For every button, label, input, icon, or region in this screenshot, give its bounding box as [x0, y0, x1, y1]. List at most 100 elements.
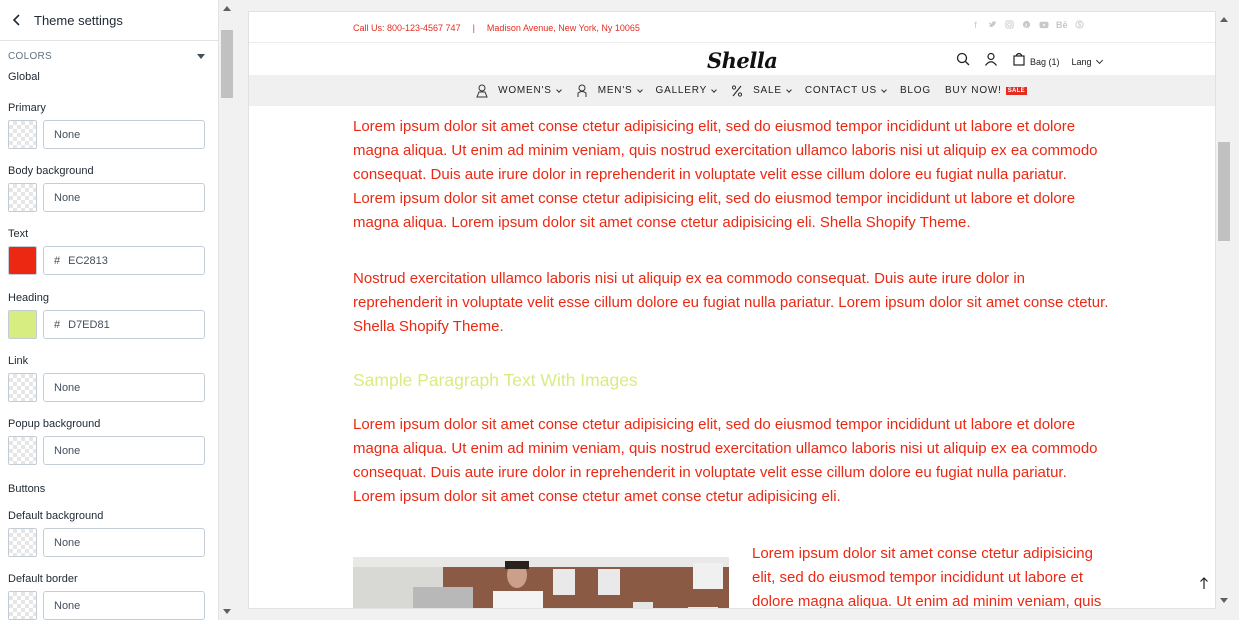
search-icon[interactable]	[956, 52, 970, 71]
account-icon[interactable]	[984, 52, 998, 71]
color-input-link[interactable]: None	[43, 373, 205, 402]
field-link: Link None	[8, 355, 205, 402]
preview-scrollbar[interactable]	[1216, 11, 1232, 609]
hash-prefix: #	[54, 318, 61, 331]
back-to-top-icon[interactable]	[1199, 576, 1209, 590]
field-label: Text	[8, 228, 29, 240]
color-input-text[interactable]: # EC2813	[43, 246, 205, 275]
back-arrow-icon[interactable]	[10, 13, 24, 27]
nav-label: BUY NOW!	[944, 85, 1002, 96]
theme-settings-sidebar: Theme settings COLORS Global Primary Non…	[0, 0, 219, 620]
scroll-up-icon[interactable]	[223, 6, 231, 11]
sidebar-scrollbar[interactable]	[219, 0, 235, 620]
address-text: Madison Avenue, New York, Ny 10065	[486, 23, 640, 33]
field-heading: Heading # D7ED81	[8, 292, 205, 339]
color-input-body-background[interactable]: None	[43, 183, 205, 212]
color-input-popup-background[interactable]: None	[43, 436, 205, 465]
scrollbar-thumb[interactable]	[1218, 142, 1230, 241]
behance-icon[interactable]: Bē	[1056, 20, 1068, 30]
color-input-heading[interactable]: # D7ED81	[43, 310, 205, 339]
header-actions: Bag (1) Lang	[956, 52, 1103, 71]
facebook-icon[interactable]: f	[971, 20, 980, 30]
youtube-icon[interactable]	[1039, 20, 1049, 30]
color-input-default-background[interactable]: None	[43, 528, 205, 557]
field-label: Default border	[8, 573, 78, 585]
nav-label: CONTACT US	[804, 85, 877, 96]
caret-down-icon	[197, 53, 205, 59]
field-default-background: Default background None	[8, 510, 205, 557]
nav-label: SALE	[753, 85, 782, 96]
phone-text: Call Us: 800-123-4567 747	[353, 23, 461, 33]
scroll-down-icon[interactable]	[223, 609, 231, 614]
building-photo	[353, 557, 729, 608]
nav-gallery[interactable]: GALLERY	[656, 85, 717, 96]
color-swatch-default-background[interactable]	[8, 528, 37, 557]
paragraph-3: Lorem ipsum dolor sit amet conse ctetur …	[353, 416, 1098, 505]
store-logo[interactable]: Shella	[707, 48, 778, 73]
colors-section-toggle[interactable]: COLORS	[0, 41, 218, 71]
bag-icon[interactable]	[1012, 52, 1026, 71]
color-input-primary[interactable]: None	[43, 120, 205, 149]
main-nav: WOMEN'S MEN'S GALLERY SALE CONTACT US BL…	[249, 75, 1215, 106]
group-buttons-label: Buttons	[8, 483, 46, 495]
nav-womens[interactable]: WOMEN'S	[475, 84, 562, 98]
chevron-down-icon	[786, 86, 792, 93]
scroll-up-icon[interactable]	[1220, 17, 1228, 22]
color-swatch-link[interactable]	[8, 373, 37, 402]
paragraph-1: Lorem ipsum dolor sit amet conse ctetur …	[353, 118, 1098, 231]
color-swatch-text[interactable]	[8, 246, 37, 275]
twitter-icon[interactable]	[988, 20, 997, 30]
instagram-icon[interactable]	[1005, 20, 1014, 30]
nav-label: WOMEN'S	[498, 85, 552, 96]
field-label: Body background	[8, 165, 94, 177]
store-header: Shella Bag (1) Lang	[249, 43, 1215, 75]
scroll-down-icon[interactable]	[1220, 598, 1228, 603]
side-text: Lorem ipsum dolor sit amet conse ctetur …	[752, 545, 1102, 609]
store-preview: Call Us: 800-123-4567 747 | Madison Avenue…	[248, 11, 1216, 609]
field-label: Default background	[8, 510, 104, 522]
nav-label: GALLERY	[655, 85, 708, 96]
sale-badge: SALE	[1005, 86, 1027, 95]
social-links: f Bē	[971, 20, 1084, 30]
input-value: None	[54, 444, 81, 457]
paragraph-2: Nostrud exercitation ullamco laboris nis…	[353, 270, 1109, 335]
sample-image	[353, 557, 729, 608]
nav-blog[interactable]: BLOG	[900, 85, 931, 96]
color-swatch-body-background[interactable]	[8, 183, 37, 212]
field-body-background: Body background None	[8, 165, 205, 212]
hash-prefix: #	[54, 254, 61, 267]
field-label: Popup background	[8, 418, 101, 430]
field-popup-background: Popup background None	[8, 418, 205, 465]
chevron-down-icon	[711, 86, 717, 93]
input-value: D7ED81	[68, 318, 110, 331]
woman-icon	[476, 84, 488, 97]
nav-sale[interactable]: SALE	[730, 84, 792, 98]
field-label: Heading	[8, 292, 49, 304]
sidebar-header: Theme settings	[0, 0, 218, 41]
chevron-down-icon	[555, 86, 562, 93]
nav-buy-now[interactable]: BUY NOW! SALE	[945, 85, 1027, 96]
color-swatch-primary[interactable]	[8, 120, 37, 149]
color-swatch-popup-background[interactable]	[8, 436, 37, 465]
section-heading: Sample Paragraph Text With Images	[353, 370, 638, 390]
nav-mens[interactable]: MEN'S	[575, 84, 643, 98]
field-primary: Primary None	[8, 102, 205, 149]
field-label: Primary	[8, 102, 46, 114]
bag-label[interactable]: Bag (1)	[1030, 57, 1060, 67]
input-value: None	[54, 599, 81, 612]
lang-selector[interactable]: Lang	[1071, 56, 1103, 67]
colors-section-label: COLORS	[8, 50, 53, 62]
color-swatch-heading[interactable]	[8, 310, 37, 339]
percent-icon	[731, 84, 743, 97]
field-label: Link	[8, 355, 29, 367]
group-global-label: Global	[8, 71, 40, 83]
nav-contact-us[interactable]: CONTACT US	[804, 85, 887, 96]
input-value: None	[54, 536, 81, 549]
color-input-default-border[interactable]: None	[43, 591, 205, 620]
field-default-border: Default border None	[8, 573, 205, 620]
skype-icon[interactable]	[1075, 20, 1084, 30]
scrollbar-thumb[interactable]	[221, 30, 233, 98]
pinterest-icon[interactable]	[1022, 20, 1031, 30]
lang-label: Lang	[1071, 56, 1092, 67]
color-swatch-default-border[interactable]	[8, 591, 37, 620]
